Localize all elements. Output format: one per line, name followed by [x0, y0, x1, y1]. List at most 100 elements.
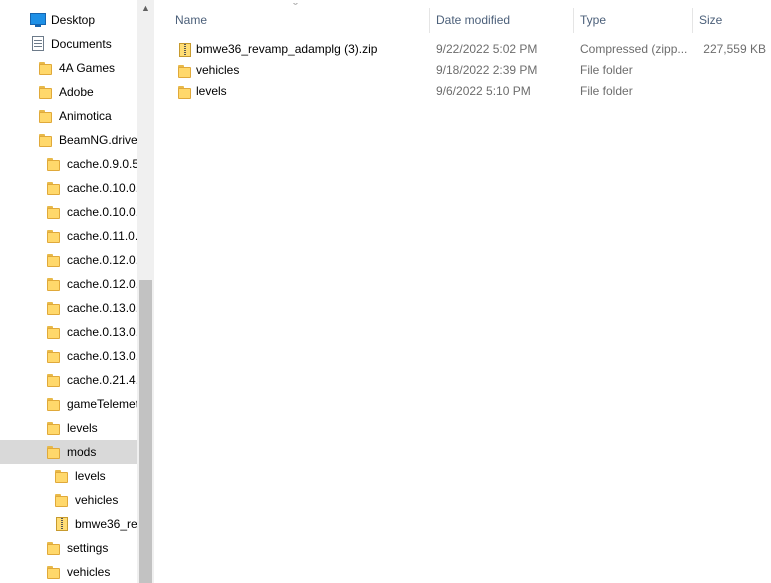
- file-date-modified: 9/22/2022 5:02 PM: [436, 42, 538, 56]
- nav-item-label: Adobe: [59, 85, 94, 99]
- file-type: File folder: [580, 63, 633, 77]
- nav-item-settings[interactable]: settings: [0, 536, 137, 560]
- nav-item-bmwe36-revamp-adamplg-3-zip[interactable]: bmwe36_revamp_adamplg (3).zip: [0, 512, 137, 536]
- nav-item-label: cache.0.12.0.3: [67, 253, 137, 267]
- file-list: bmwe36_revamp_adamplg (3).zip 9/22/2022 5…: [154, 39, 771, 102]
- nav-item-cache-0-13-0-2[interactable]: cache.0.13.0.2: [0, 296, 137, 320]
- nav-item-label: cache.0.12.0.4: [67, 277, 137, 291]
- nav-item-cache-0-10-0-1[interactable]: cache.0.10.0.1: [0, 200, 137, 224]
- nav-item-label: BeamNG.drive: [59, 133, 137, 147]
- folder-icon: [46, 348, 62, 364]
- zip-icon: [177, 42, 193, 58]
- zip-icon: [54, 516, 70, 532]
- folder-icon: [46, 324, 62, 340]
- folder-icon: [46, 396, 62, 412]
- nav-item-adobe[interactable]: Adobe: [0, 80, 137, 104]
- nav-item-label: gameTelemetry: [67, 397, 137, 411]
- nav-item-cache-0-13-0-3[interactable]: cache.0.13.0.3: [0, 320, 137, 344]
- nav-item-gametelemetry[interactable]: gameTelemetry: [0, 392, 137, 416]
- nav-item-beamng-drive[interactable]: BeamNG.drive: [0, 128, 137, 152]
- nav-item-mods[interactable]: mods: [0, 440, 137, 464]
- folder-icon: [54, 468, 70, 484]
- folder-icon: [46, 372, 62, 388]
- nav-item-4a-games[interactable]: 4A Games: [0, 56, 137, 80]
- nav-item-label: cache.0.11.0.3: [67, 229, 137, 243]
- folder-icon: [46, 420, 62, 436]
- nav-item-label: cache.0.10.0.1: [67, 205, 137, 219]
- nav-item-label: vehicles: [75, 493, 119, 507]
- nav-item-cache-0-12-0-3[interactable]: cache.0.12.0.3: [0, 248, 137, 272]
- folder-icon: [46, 276, 62, 292]
- folder-icon: [46, 156, 62, 172]
- scroll-up-arrow-icon[interactable]: ▲: [137, 0, 154, 17]
- folder-icon: [46, 444, 62, 460]
- folder-icon: [46, 540, 62, 556]
- nav-item-label: cache.0.13.0.3: [67, 325, 137, 339]
- nav-item-levels[interactable]: levels: [0, 416, 137, 440]
- nav-item-label: cache.0.21.4.0: [67, 373, 137, 387]
- folder-icon: [177, 84, 193, 100]
- file-row[interactable]: bmwe36_revamp_adamplg (3).zip 9/22/2022 5…: [154, 39, 771, 60]
- nav-item-label: cache.0.10.0.0: [67, 181, 137, 195]
- nav-item-cache-0-12-0-4[interactable]: cache.0.12.0.4: [0, 272, 137, 296]
- file-list-pane: ˇ Name Date modified Type Size bmwe36_re…: [154, 0, 771, 583]
- folder-icon: [46, 300, 62, 316]
- folder-icon: [46, 228, 62, 244]
- folder-icon: [54, 492, 70, 508]
- nav-item-label: cache.0.13.0.2: [67, 301, 137, 315]
- nav-item-cache-0-9-0-5[interactable]: cache.0.9.0.5: [0, 152, 137, 176]
- file-date-modified: 9/6/2022 5:10 PM: [436, 84, 531, 98]
- nav-item-cache-0-11-0-3[interactable]: cache.0.11.0.3: [0, 224, 137, 248]
- navigation-pane: Desktop Documents 4A Games Adobe Animotica Be…: [0, 0, 154, 583]
- column-header-type[interactable]: Type: [574, 8, 692, 33]
- file-row[interactable]: vehicles 9/18/2022 2:39 PM File folder: [154, 60, 771, 81]
- scroll-thumb[interactable]: [139, 280, 152, 583]
- nav-item-label: Documents: [51, 37, 112, 51]
- nav-item-label: mods: [67, 445, 97, 459]
- folder-icon: [38, 132, 54, 148]
- file-name: bmwe36_revamp_adamplg (3).zip: [196, 42, 378, 56]
- folder-icon: [177, 63, 193, 79]
- nav-item-documents[interactable]: Documents: [0, 32, 137, 56]
- folder-icon: [46, 180, 62, 196]
- nav-item-label: levels: [75, 469, 106, 483]
- nav-item-label: Animotica: [59, 109, 112, 123]
- file-name: levels: [196, 84, 227, 98]
- nav-item-label: settings: [67, 541, 109, 555]
- column-header-date-modified[interactable]: Date modified: [430, 8, 573, 33]
- nav-item-label: vehicles: [67, 565, 111, 579]
- folder-icon: [38, 84, 54, 100]
- nav-item-label: 4A Games: [59, 61, 116, 75]
- file-date-modified: 9/18/2022 2:39 PM: [436, 63, 538, 77]
- folder-icon: [38, 60, 54, 76]
- file-row[interactable]: levels 9/6/2022 5:10 PM File folder: [154, 81, 771, 102]
- nav-item-cache-0-10-0-0[interactable]: cache.0.10.0.0: [0, 176, 137, 200]
- nav-item-vehicles[interactable]: vehicles: [0, 488, 137, 512]
- column-header-name[interactable]: Name: [169, 8, 429, 33]
- folder-icon: [46, 204, 62, 220]
- folder-icon: [46, 564, 62, 580]
- nav-item-levels[interactable]: levels: [0, 464, 137, 488]
- column-header-row: Name Date modified Type Size: [154, 8, 771, 33]
- file-type: File folder: [580, 84, 633, 98]
- nav-item-animotica[interactable]: Animotica: [0, 104, 137, 128]
- nav-item-cache-0-21-4-0[interactable]: cache.0.21.4.0: [0, 368, 137, 392]
- nav-item-label: cache.0.9.0.5: [67, 157, 137, 171]
- file-name: vehicles: [196, 63, 240, 77]
- nav-item-label: bmwe36_revamp_adamplg (3).zip: [75, 517, 137, 531]
- nav-item-label: cache.0.13.0.5: [67, 349, 137, 363]
- navigation-scrollbar[interactable]: ▲: [137, 0, 154, 583]
- nav-item-vehicles[interactable]: vehicles: [0, 560, 137, 583]
- folder-icon: [46, 252, 62, 268]
- nav-item-desktop[interactable]: Desktop: [0, 8, 137, 32]
- nav-item-cache-0-13-0-5[interactable]: cache.0.13.0.5: [0, 344, 137, 368]
- file-size: 227,559 KB: [703, 42, 766, 56]
- column-header-size[interactable]: Size: [693, 8, 771, 33]
- navigation-tree: Desktop Documents 4A Games Adobe Animotica Be…: [0, 8, 137, 583]
- nav-item-label: Desktop: [51, 13, 96, 27]
- folder-icon: [38, 108, 54, 124]
- desktop-icon: [30, 12, 46, 28]
- nav-item-label: levels: [67, 421, 98, 435]
- file-type: Compressed (zipp...: [580, 42, 688, 56]
- documents-icon: [30, 36, 46, 52]
